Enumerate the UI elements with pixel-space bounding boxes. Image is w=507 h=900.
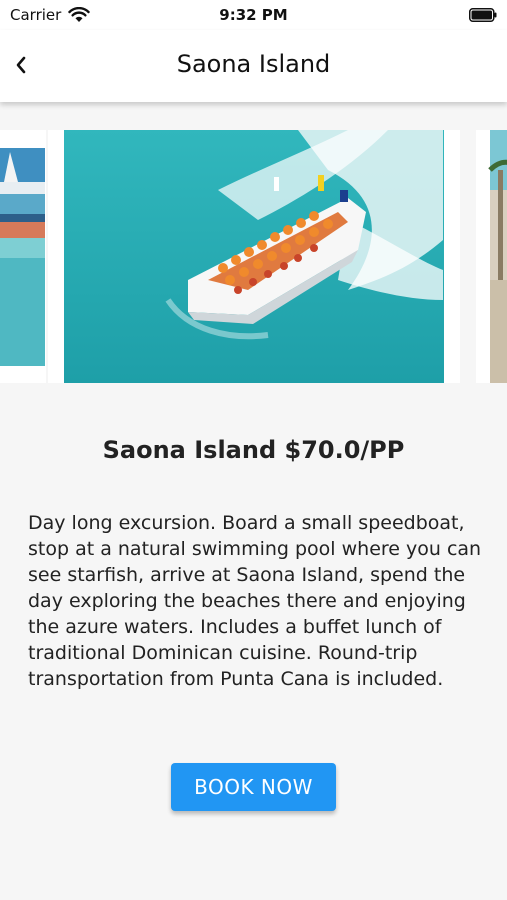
app-bar: Saona Island	[0, 30, 507, 102]
carousel-card-active[interactable]	[48, 130, 460, 383]
status-time: 9:32 PM	[219, 6, 288, 24]
tour-heading: Saona Island $70.0/PP	[102, 436, 405, 464]
image-carousel[interactable]	[0, 130, 507, 383]
palm-beach-image	[476, 130, 507, 383]
catamaran-beach-image	[0, 130, 46, 383]
book-now-button[interactable]: BOOK NOW	[171, 763, 336, 811]
carousel-card-next[interactable]	[476, 130, 507, 383]
carousel-card-previous[interactable]	[0, 130, 46, 383]
status-bar: Carrier 9:32 PM	[0, 0, 507, 30]
speedboat-image	[64, 130, 444, 383]
tour-description: Day long excursion. Board a small speedb…	[28, 512, 482, 690]
page-title: Saona Island	[176, 50, 331, 78]
battery-icon	[469, 8, 497, 22]
